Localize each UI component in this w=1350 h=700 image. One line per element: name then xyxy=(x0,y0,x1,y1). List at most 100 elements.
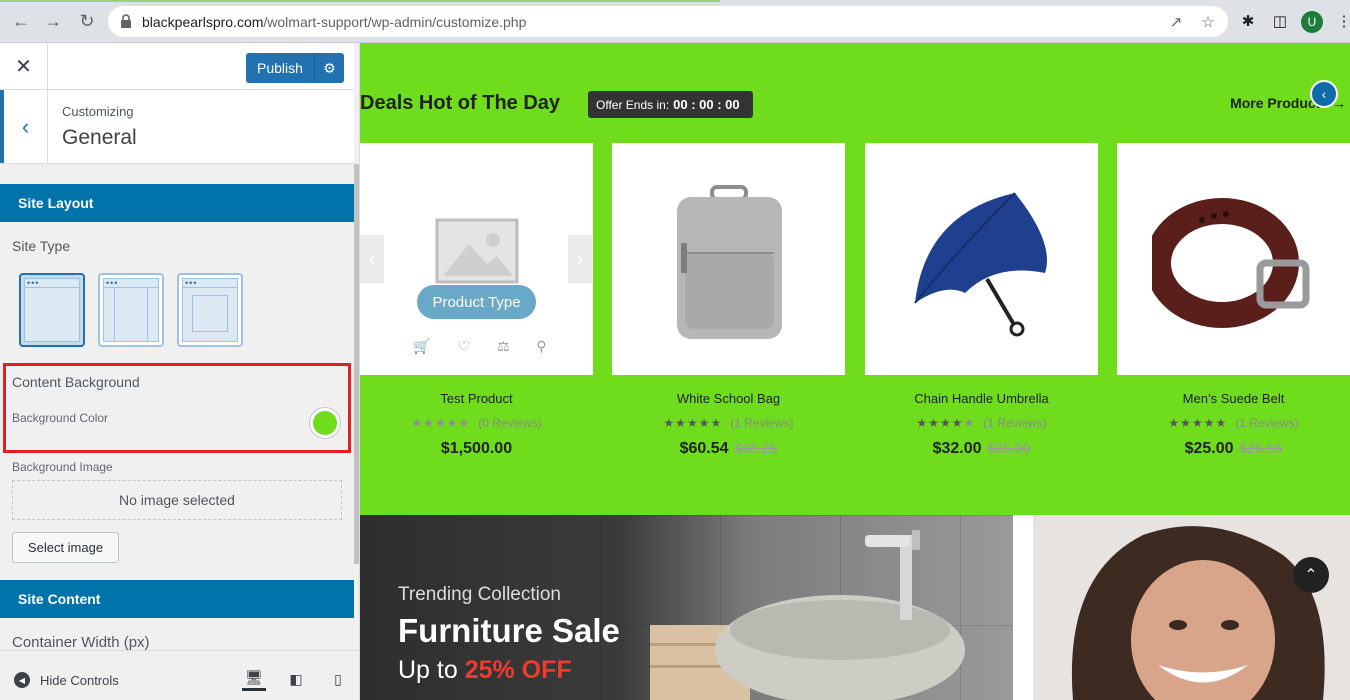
layout-preview-icon: ••• xyxy=(24,278,80,342)
customizer-footer: ◀ Hide Controls 🖥 ◧ ▯ xyxy=(0,650,359,700)
section-title: General xyxy=(62,126,137,149)
old-price: $26.55 xyxy=(1239,440,1283,456)
share-icon[interactable]: ↗ xyxy=(1166,12,1186,32)
slider-prev-arrow-icon[interactable]: ‹ xyxy=(360,235,384,283)
mobile-preview-icon[interactable]: ▯ xyxy=(326,667,350,691)
hide-controls-label: Hide Controls xyxy=(40,672,119,688)
extensions-icon[interactable]: ✱ xyxy=(1238,11,1258,31)
banner-title: Furniture Sale xyxy=(398,612,620,649)
customizer-header: ✕ Publish ⚙ xyxy=(0,43,354,90)
publish-settings-gear-icon[interactable]: ⚙ xyxy=(314,53,344,83)
site-preview: Deals Hot of The Day Offer Ends in: 00 : … xyxy=(360,43,1350,700)
review-count[interactable]: (1 Reviews) xyxy=(730,416,793,430)
url-host: blackpearlspro.com xyxy=(142,14,264,30)
menu-kebab-icon[interactable]: ⋮ xyxy=(1334,11,1350,31)
tablet-preview-icon[interactable]: ◧ xyxy=(284,667,308,691)
product-card[interactable]: Product Type 🛒 ♡ ⚖ ⚲ xyxy=(360,143,593,375)
window-dots-icon: ••• xyxy=(185,278,198,288)
quick-view-icon[interactable]: ⚲ xyxy=(536,338,546,355)
umbrella-image xyxy=(914,192,1047,337)
bookmark-star-icon[interactable]: ☆ xyxy=(1198,12,1218,32)
address-bar[interactable]: blackpearlspro.com/wolmart-support/wp-ad… xyxy=(108,6,1228,37)
window-dots-icon: ••• xyxy=(106,278,119,288)
current-price: $32.00 xyxy=(932,440,982,457)
site-type-boxed-option[interactable]: ••• xyxy=(98,273,164,347)
background-color-swatch[interactable] xyxy=(310,408,340,438)
smiling-woman-image xyxy=(1071,526,1325,700)
background-image-label: Background Image xyxy=(12,460,113,474)
rating-stars: ★★★★★ xyxy=(411,416,471,430)
site-layout-header: Site Layout xyxy=(0,184,354,222)
select-image-button[interactable]: Select image xyxy=(12,532,119,563)
product-name[interactable]: Men’s Suede Belt xyxy=(1117,391,1350,406)
product-rating: ★★★★★ (0 Reviews) xyxy=(360,416,593,430)
section-title-bar: ‹ Customizing General xyxy=(0,90,354,164)
offer-timer: 00 : 00 : 00 xyxy=(673,97,740,112)
product-name[interactable]: White School Bag xyxy=(612,391,845,406)
rating-stars: ★★★★★ xyxy=(1168,416,1228,430)
product-price: $25.00 $26.55 xyxy=(1117,440,1350,458)
background-color-label: Background Color xyxy=(12,411,109,425)
model-banner[interactable] xyxy=(1033,515,1350,700)
review-count[interactable]: (0 Reviews) xyxy=(478,416,541,430)
belt-image xyxy=(1152,198,1310,328)
site-type-full-width-option[interactable]: ••• xyxy=(19,273,85,347)
profile-avatar[interactable]: U xyxy=(1301,11,1323,33)
rating-stars: ★★★★★ xyxy=(916,416,976,430)
publish-button[interactable]: Publish ⚙ xyxy=(246,53,344,83)
product-name[interactable]: Test Product xyxy=(360,391,593,406)
slider-next-arrow-icon[interactable]: › xyxy=(568,235,592,283)
layout-divider xyxy=(183,287,237,288)
layout-preview-icon: ••• xyxy=(103,278,159,342)
edit-shortcut-icon[interactable]: ‹ xyxy=(1310,80,1338,108)
current-price: $1,500.00 xyxy=(440,440,513,457)
background-image-dropzone[interactable]: No image selected xyxy=(12,480,342,520)
back-arrow-icon[interactable]: ← xyxy=(9,9,33,33)
url-text: blackpearlspro.com/wolmart-support/wp-ad… xyxy=(142,14,526,30)
placeholder-image-icon xyxy=(435,218,519,284)
old-price: $65.25 xyxy=(734,440,778,456)
desktop-preview-icon[interactable]: 🖥 xyxy=(242,667,266,691)
product-name[interactable]: Chain Handle Umbrella xyxy=(865,391,1098,406)
old-price: $35.00 xyxy=(987,440,1031,456)
layout-divider xyxy=(147,288,148,341)
deals-title: Deals Hot of The Day xyxy=(360,92,561,114)
cart-icon[interactable]: 🛒 xyxy=(413,338,430,355)
banner-discount: Up to 25% OFF xyxy=(398,656,572,685)
discount-highlight: 25% OFF xyxy=(464,656,572,684)
site-type-framed-option[interactable]: ••• xyxy=(177,273,243,347)
site-type-label: Site Type xyxy=(12,238,71,254)
product-price: $32.00 $35.00 xyxy=(865,440,1098,458)
furniture-sale-banner[interactable]: Trending Collection Furniture Sale Up to… xyxy=(360,515,1013,700)
section-back-button[interactable]: ‹ xyxy=(0,90,48,163)
layout-divider xyxy=(25,287,79,288)
backpack-image xyxy=(677,185,782,339)
compare-icon[interactable]: ⚖ xyxy=(497,338,510,355)
loading-indicator xyxy=(0,0,720,2)
layout-frame xyxy=(192,295,228,332)
offer-countdown: Offer Ends in: 00 : 00 : 00 xyxy=(588,91,753,118)
discount-prefix: Up to xyxy=(398,656,465,684)
lock-icon xyxy=(121,14,131,28)
container-width-label: Container Width (px) xyxy=(12,634,150,651)
reload-icon[interactable]: ↻ xyxy=(75,9,99,33)
wishlist-heart-icon[interactable]: ♡ xyxy=(458,338,471,355)
review-count[interactable]: (1 Reviews) xyxy=(1235,416,1298,430)
browser-toolbar: ← → ↻ blackpearlspro.com/wolmart-support… xyxy=(0,0,1350,43)
product-rating: ★★★★★ (1 Reviews) xyxy=(612,416,845,430)
close-icon: ✕ xyxy=(15,56,32,78)
hide-controls-button[interactable]: ◀ Hide Controls xyxy=(14,672,119,688)
customizer-sidebar: ✕ Publish ⚙ ‹ Customizing General Site L… xyxy=(0,43,360,700)
publish-label: Publish xyxy=(257,60,303,76)
banner-subtitle: Trending Collection xyxy=(398,584,561,605)
deals-section: Deals Hot of The Day Offer Ends in: 00 : … xyxy=(360,43,1350,515)
product-card[interactable] xyxy=(865,143,1098,375)
close-customizer-button[interactable]: ✕ xyxy=(0,43,48,90)
product-card[interactable] xyxy=(612,143,845,375)
product-card[interactable] xyxy=(1117,143,1350,375)
review-count[interactable]: (1 Reviews) xyxy=(983,416,1046,430)
product-rating: ★★★★★ (1 Reviews) xyxy=(865,416,1098,430)
side-panel-icon[interactable]: ◫ xyxy=(1270,11,1290,31)
forward-arrow-icon[interactable]: → xyxy=(41,9,65,33)
scroll-to-top-button[interactable]: ⌃ xyxy=(1293,557,1329,593)
